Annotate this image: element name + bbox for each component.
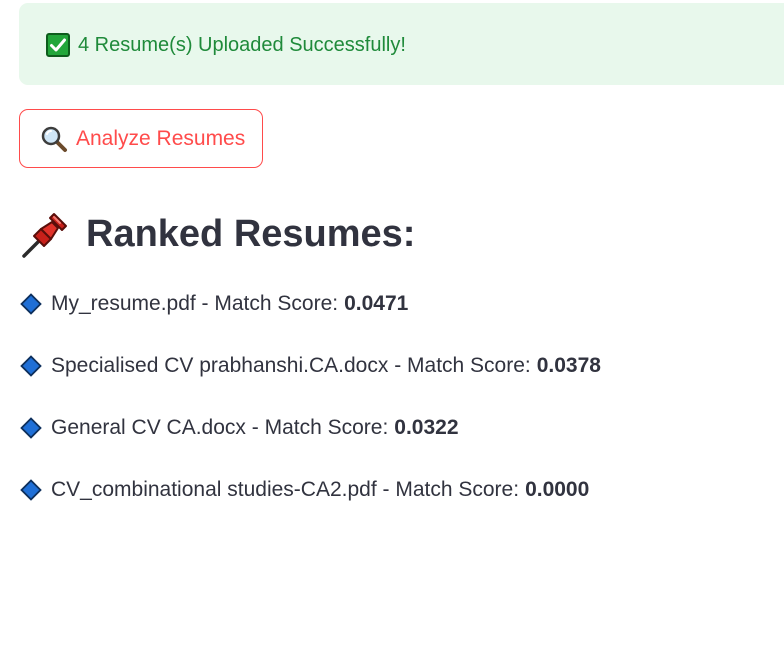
- pushpin-icon: [20, 208, 72, 260]
- analyze-resumes-button[interactable]: Analyze Resumes: [19, 109, 263, 168]
- analyze-resumes-label: Analyze Resumes: [76, 126, 246, 150]
- list-item: CV_combinational studies-CA2.pdf - Match…: [20, 474, 601, 505]
- match-score: 0.0378: [536, 353, 601, 377]
- magnifier-icon: [40, 125, 68, 153]
- blue-diamond-icon: [20, 416, 42, 439]
- resume-entry-text: CV_combinational studies-CA2.pdf - Match…: [51, 477, 520, 501]
- resume-entry-text: General CV CA.docx - Match Score:: [51, 415, 389, 439]
- resume-entry-text: Specialised CV prabhanshi.CA.docx - Matc…: [51, 353, 531, 377]
- resume-entry-text: My_resume.pdf - Match Score:: [51, 291, 339, 315]
- match-score: 0.0000: [525, 477, 590, 501]
- success-message: 4 Resume(s) Uploaded Successfully!: [78, 34, 406, 56]
- list-item: Specialised CV prabhanshi.CA.docx - Matc…: [20, 350, 601, 381]
- success-alert-content: 4 Resume(s) Uploaded Successfully!: [46, 33, 406, 57]
- match-score: 0.0471: [344, 291, 409, 315]
- list-item: General CV CA.docx - Match Score: 0.0322: [20, 412, 601, 443]
- success-alert: 4 Resume(s) Uploaded Successfully!: [19, 3, 784, 85]
- list-item: My_resume.pdf - Match Score: 0.0471: [20, 288, 601, 319]
- blue-diamond-icon: [20, 354, 42, 377]
- blue-diamond-icon: [20, 292, 42, 315]
- match-score: 0.0322: [394, 415, 459, 439]
- blue-diamond-icon: [20, 478, 42, 501]
- check-mark-icon: [46, 33, 70, 57]
- ranked-resumes-heading: Ranked Resumes:: [20, 208, 415, 260]
- page-title: Ranked Resumes:: [86, 213, 416, 255]
- ranked-resume-list: My_resume.pdf - Match Score: 0.0471 Spec…: [20, 288, 601, 536]
